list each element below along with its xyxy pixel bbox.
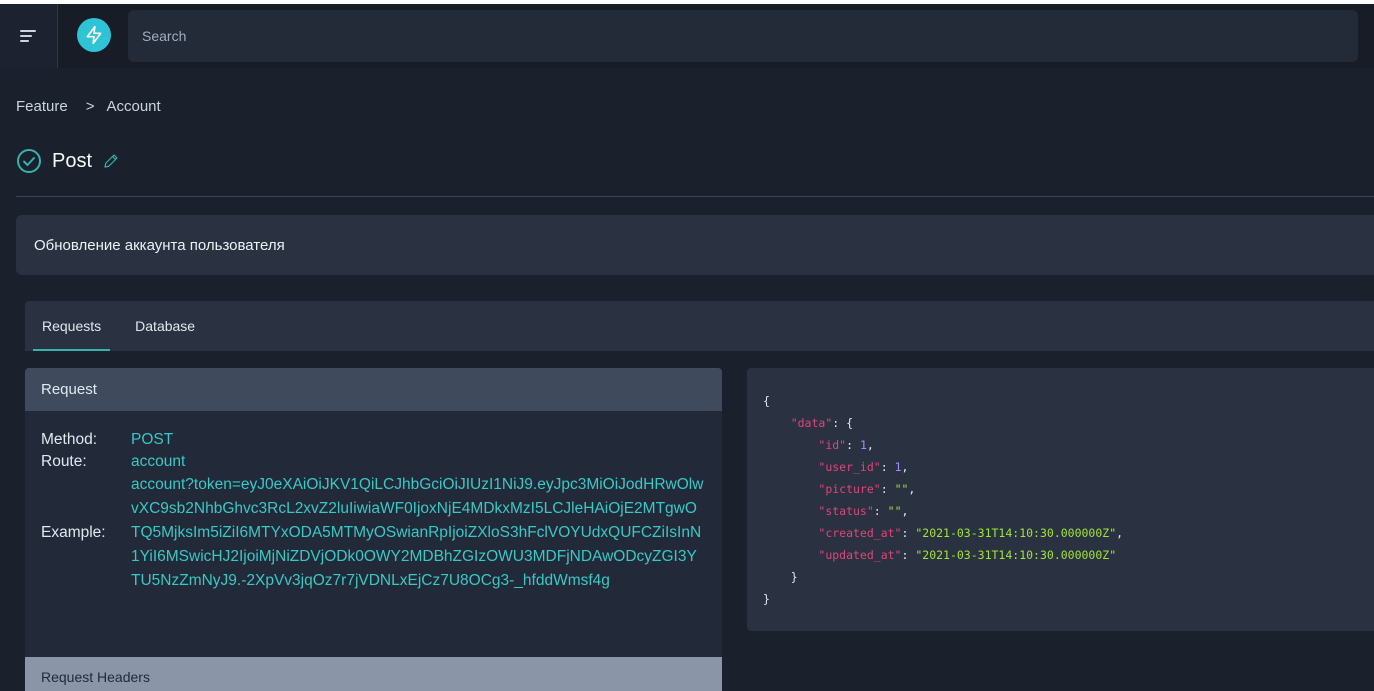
json-key: "created_at" [818, 526, 902, 540]
json-comma: , [1116, 526, 1124, 540]
page-header: Post [16, 148, 120, 174]
method-value: POST [131, 431, 174, 448]
breadcrumb-separator: > [85, 98, 95, 115]
json-value: "2021-03-31T14:10:30.000000Z" [915, 548, 1117, 562]
method-label: Method: [41, 431, 98, 448]
description-card: Обновление аккаунта пользователя [16, 215, 1374, 275]
request-headers-section[interactable]: Request Headers [25, 657, 722, 691]
method-row: Method: POST [41, 431, 706, 449]
response-json-panel: { "data": { "id": 1, "user_id": 1, "pict… [747, 368, 1374, 631]
json-open-brace: { [763, 394, 770, 408]
request-panel: Request Method: POST Route: account Exam… [25, 368, 722, 691]
json-key: "status" [818, 504, 874, 518]
example-url[interactable]: account?token=eyJ0eXAiOiJKV1QiLCJhbGciOi… [131, 473, 706, 593]
lightning-icon [86, 25, 102, 45]
description-text: Обновление аккаунта пользователя [34, 236, 285, 254]
json-value: 1 [894, 460, 902, 474]
json-comma: , [908, 482, 916, 496]
json-comma: , [901, 460, 909, 474]
json-key: "data" [790, 416, 833, 430]
page-title: Post [52, 149, 93, 172]
request-panel-title: Request [41, 381, 97, 398]
breadcrumb: Feature > Account [16, 98, 161, 115]
menu-button[interactable] [0, 4, 58, 68]
breadcrumb-current: Account [106, 98, 161, 115]
search-input[interactable] [128, 10, 1358, 62]
tab-bar: Requests Database [25, 301, 1374, 351]
json-key: "picture" [818, 482, 881, 496]
json-value: "2021-03-31T14:10:30.000000Z" [915, 526, 1117, 540]
json-close-brace: } [763, 592, 770, 606]
route-row: Route: account [41, 453, 706, 471]
request-headers-label: Request Headers [41, 669, 150, 685]
json-value: 1 [859, 438, 867, 452]
tab-label: Requests [42, 318, 102, 334]
pencil-icon [104, 154, 118, 168]
request-panel-header: Request [25, 368, 722, 411]
json-key: "updated_at" [818, 548, 902, 562]
route-label: Route: [41, 453, 87, 470]
json-value: "" [887, 504, 902, 518]
json-comma: , [901, 504, 909, 518]
tab-database[interactable]: Database [126, 301, 204, 351]
example-row: Example: account?token=eyJ0eXAiOiJKV1QiL… [41, 473, 706, 593]
route-value: account [131, 453, 186, 470]
json-key: "id" [818, 438, 847, 452]
menu-icon [19, 27, 38, 45]
json-value: "" [894, 482, 909, 496]
header-divider [16, 196, 1374, 197]
app-logo[interactable] [77, 18, 111, 52]
json-key: "user_id" [818, 460, 881, 474]
json-inner-close: } [790, 570, 798, 584]
request-details: Method: POST Route: account Example: acc… [25, 411, 722, 593]
breadcrumb-root[interactable]: Feature [16, 98, 68, 115]
top-bar [0, 0, 1374, 68]
json-comma: , [866, 438, 874, 452]
tab-requests[interactable]: Requests [33, 301, 111, 351]
check-circle-icon [17, 149, 41, 173]
edit-title-button[interactable] [102, 152, 120, 170]
tab-label: Database [135, 318, 196, 334]
example-label: Example: [41, 524, 106, 541]
